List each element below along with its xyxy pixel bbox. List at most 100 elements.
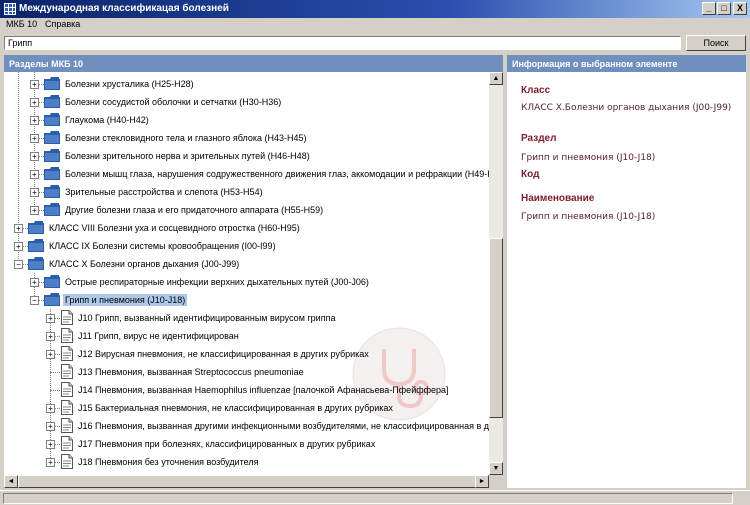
tree-node-label[interactable]: Болезни сосудистой оболочки и сетчатки (… xyxy=(63,96,283,108)
collapse-icon[interactable]: − xyxy=(14,260,23,269)
tree-node-folder[interactable]: + КЛАСС VIII Болезни уха и сосцевидного о… xyxy=(4,219,489,237)
tree-node-folder[interactable]: + Острые респираторные инфекции верхних д… xyxy=(4,273,489,291)
tree-node-label[interactable]: Острые респираторные инфекции верхних ды… xyxy=(63,276,371,288)
document-icon xyxy=(61,328,73,343)
expand-icon[interactable]: + xyxy=(30,116,39,125)
tree-node-folder[interactable]: − Грипп и пневмония (J10-J18) xyxy=(4,291,489,309)
document-icon xyxy=(61,454,73,469)
search-input[interactable] xyxy=(4,36,681,50)
tree-node-label[interactable]: J16 Пневмония, вызванная другими инфекци… xyxy=(76,420,489,432)
document-icon xyxy=(61,418,73,433)
tree-node-label[interactable]: J15 Бактериальная пневмония, не классифи… xyxy=(76,402,395,414)
tree-node-label[interactable]: Зрительные расстройства и слепота (H53-H… xyxy=(63,186,265,198)
tree-node-label[interactable]: Болезни мышц глаза, нарушения содружеств… xyxy=(63,168,489,180)
expand-icon[interactable]: + xyxy=(46,458,55,467)
tree-node-label[interactable]: J13 Пневмония, вызванная Streptococcus p… xyxy=(76,366,306,378)
tree-node-document[interactable]: J13 Пневмония, вызванная Streptococcus p… xyxy=(4,363,489,381)
scroll-left-button[interactable]: ◄ xyxy=(4,475,18,488)
tree-node-label[interactable]: J18 Пневмония без уточнения возбудителя xyxy=(76,456,260,468)
expand-icon[interactable]: + xyxy=(46,314,55,323)
tree-node-folder[interactable]: + Зрительные расстройства и слепота (H53-… xyxy=(4,183,489,201)
tree-horizontal-scrollbar[interactable]: ◄ ► xyxy=(4,475,489,488)
expand-icon[interactable]: + xyxy=(46,422,55,431)
tree-node-label[interactable]: J11 Грипп, вирус не идентифицирован xyxy=(76,330,241,342)
expand-icon[interactable]: + xyxy=(30,170,39,179)
document-icon xyxy=(61,400,73,415)
tree-node-label[interactable]: J12 Вирусная пневмония, не классифициров… xyxy=(76,348,371,360)
tree-node-label[interactable]: J17 Пневмония при болезнях, классифициро… xyxy=(76,438,377,450)
expand-icon[interactable]: + xyxy=(46,332,55,341)
section-value: Грипп и пневмония (J10-J18) xyxy=(521,153,656,163)
folder-icon xyxy=(28,221,44,234)
tree-node-folder[interactable]: + Глаукома (H40-H42) xyxy=(4,111,489,129)
folder-icon xyxy=(28,257,44,270)
folder-icon xyxy=(28,239,44,252)
status-panel xyxy=(3,493,733,504)
tree-node-folder[interactable]: + Болезни хрусталика (H25-H28) xyxy=(4,75,489,93)
expand-icon[interactable]: + xyxy=(30,206,39,215)
folder-icon xyxy=(44,185,60,198)
app-icon xyxy=(4,3,16,15)
tree-node-label[interactable]: КЛАСС X Болезни органов дыхания (J00-J99… xyxy=(47,258,241,270)
tree-node-label[interactable]: КЛАСС IX Болезни системы кровообращения … xyxy=(47,240,278,252)
tree-node-document[interactable]: J14 Пневмония, вызванная Haemophilus inf… xyxy=(4,381,489,399)
tree-node-folder[interactable]: + Болезни сосудистой оболочки и сетчатки … xyxy=(4,93,489,111)
expand-icon[interactable]: + xyxy=(46,404,55,413)
tree-node-label[interactable]: Болезни зрительного нерва и зрительных п… xyxy=(63,150,312,162)
menu-item-help[interactable]: Справка xyxy=(45,19,80,29)
scroll-up-button[interactable]: ▲ xyxy=(489,72,503,85)
tree-node-folder[interactable]: + Болезни мышц глаза, нарушения содружест… xyxy=(4,165,489,183)
tree-node-label[interactable]: Грипп и пневмония (J10-J18) xyxy=(63,294,188,306)
maximize-button[interactable]: □ xyxy=(717,2,731,15)
expand-icon[interactable]: + xyxy=(30,278,39,287)
expand-icon[interactable]: + xyxy=(46,350,55,359)
tree-node-document[interactable]: + J12 Вирусная пневмония, не классифициро… xyxy=(4,345,489,363)
expand-icon[interactable]: + xyxy=(30,152,39,161)
expand-icon[interactable]: + xyxy=(14,224,23,233)
tree-node-document[interactable]: + J15 Бактериальная пневмония, не классиф… xyxy=(4,399,489,417)
status-bar xyxy=(0,490,750,505)
tree-node-label[interactable]: J14 Пневмония, вызванная Haemophilus inf… xyxy=(76,384,451,396)
tree-node-folder[interactable]: + КЛАСС IX Болезни системы кровообращения… xyxy=(4,237,489,255)
document-icon xyxy=(61,382,73,397)
scroll-right-button[interactable]: ► xyxy=(475,475,489,488)
tree-node-label[interactable]: КЛАСС VIII Болезни уха и сосцевидного от… xyxy=(47,222,302,234)
tree-node-folder[interactable]: + Болезни стекловидного тела и глазного я… xyxy=(4,129,489,147)
expand-icon[interactable]: + xyxy=(30,98,39,107)
tree-node-document[interactable]: + J16 Пневмония, вызванная другими инфекц… xyxy=(4,417,489,435)
tree-node-folder[interactable]: + Болезни зрительного нерва и зрительных … xyxy=(4,147,489,165)
tree-panel-header: Разделы МКБ 10 xyxy=(4,55,503,72)
code-label: Код xyxy=(521,169,540,180)
tree-vertical-scrollbar[interactable]: ▲ ▼ xyxy=(489,72,503,475)
expand-icon[interactable]: + xyxy=(30,80,39,89)
expand-icon[interactable]: + xyxy=(30,134,39,143)
close-button[interactable]: X xyxy=(733,2,747,15)
tree-node-document[interactable]: + J18 Пневмония без уточнения возбудителя xyxy=(4,453,489,471)
menu-item-mkb10[interactable]: МКБ 10 xyxy=(6,19,37,29)
tree-node-folder[interactable]: − КЛАСС X Болезни органов дыхания (J00-J9… xyxy=(4,255,489,273)
tree-node-folder[interactable]: + Другие болезни глаза и его придаточного… xyxy=(4,201,489,219)
tree-node-label[interactable]: Болезни стекловидного тела и глазного яб… xyxy=(63,132,309,144)
collapse-icon[interactable]: − xyxy=(30,296,39,305)
class-value: КЛАСС X.Болезни органов дыхания (J00-J99… xyxy=(521,103,732,113)
tree-node-document[interactable]: + J17 Пневмония при болезнях, классифицир… xyxy=(4,435,489,453)
info-panel: Класс КЛАСС X.Болезни органов дыхания (J… xyxy=(507,72,746,488)
minimize-button[interactable]: _ xyxy=(702,2,716,15)
expand-icon[interactable]: + xyxy=(46,440,55,449)
tree-node-document[interactable]: + J10 Грипп, вызванный идентифицированным… xyxy=(4,309,489,327)
horizontal-scroll-thumb[interactable] xyxy=(18,475,484,488)
tree-node-label[interactable]: Другие болезни глаза и его придаточного … xyxy=(63,204,325,216)
expand-icon[interactable]: + xyxy=(30,188,39,197)
vertical-scroll-thumb[interactable] xyxy=(489,238,503,418)
expand-icon[interactable]: + xyxy=(14,242,23,251)
tree-node-document[interactable]: + J11 Грипп, вирус не идентифицирован xyxy=(4,327,489,345)
tree-node-label[interactable]: Болезни хрусталика (H25-H28) xyxy=(63,78,196,90)
search-button[interactable]: Поиск xyxy=(686,35,746,51)
scroll-down-button[interactable]: ▼ xyxy=(489,462,503,475)
folder-icon xyxy=(44,131,60,144)
classification-tree[interactable]: + Болезни хрусталика (H25-H28) + Болезни со… xyxy=(4,72,489,475)
tree-node-label[interactable]: J10 Грипп, вызванный идентифицированным … xyxy=(76,312,337,324)
document-icon xyxy=(61,364,73,379)
folder-icon xyxy=(44,113,60,126)
tree-node-label[interactable]: Глаукома (H40-H42) xyxy=(63,114,151,126)
